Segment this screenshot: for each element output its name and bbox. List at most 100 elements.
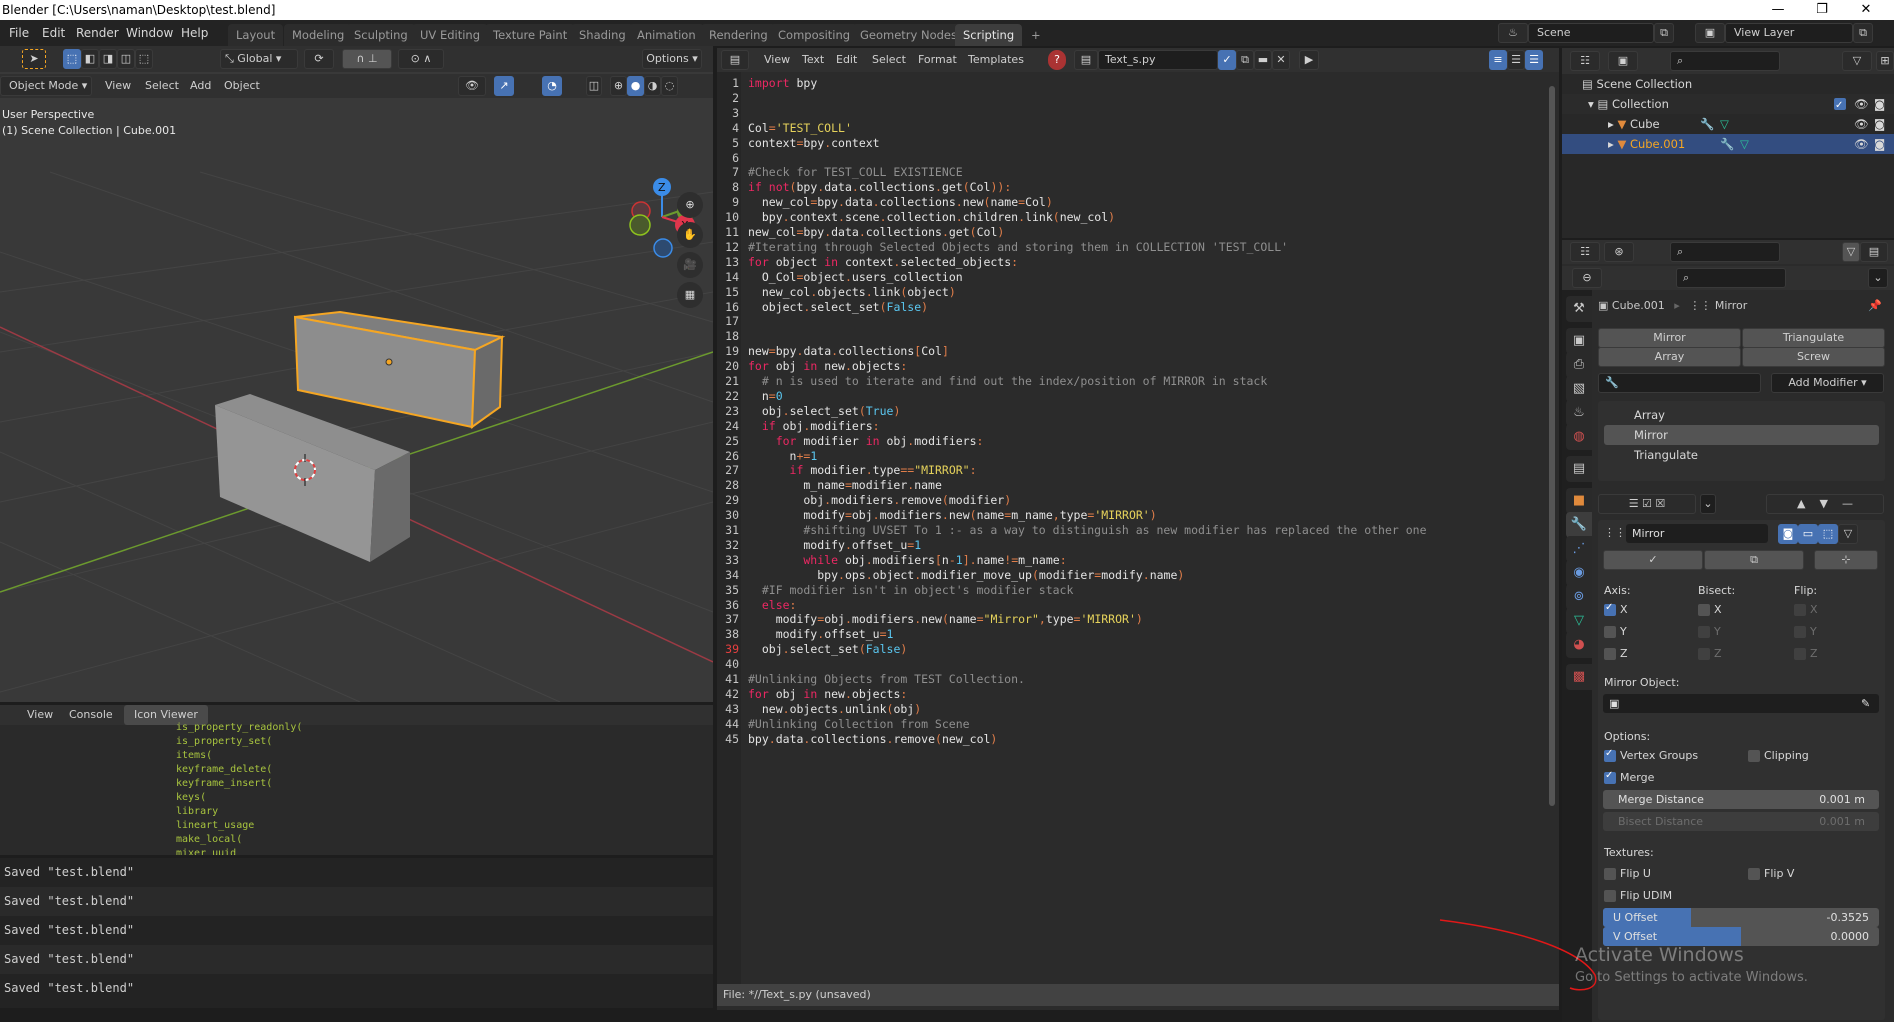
add-modifier-dropdown[interactable]: Add Modifier ▾ [1771, 373, 1884, 393]
visibility-dropdown[interactable]: 👁 [458, 76, 486, 96]
select-tool-button[interactable]: ➤ [22, 49, 46, 69]
info-log[interactable]: Saved "test.blend" Saved "test.blend" Sa… [0, 858, 713, 1008]
tab-object[interactable]: ■ [1566, 488, 1592, 514]
properties-filter-search[interactable]: ⌕ [1670, 242, 1780, 262]
tab-geometry-nodes[interactable]: Geometry Nodes [852, 24, 966, 46]
collection-dropdown[interactable]: ▤ [1860, 242, 1888, 262]
shading-rendered[interactable]: ◌ [661, 76, 678, 96]
help-button[interactable]: ? [1048, 50, 1066, 70]
transform-orientation-dropdown[interactable]: ⤡ Global ▾ [220, 49, 298, 69]
tab-view-layer[interactable]: ▧ [1566, 376, 1592, 402]
bisect-distance-field[interactable]: Bisect Distance 0.001 m [1603, 812, 1879, 831]
pivot-point-dropdown[interactable]: ⟳ [304, 49, 334, 69]
tab-compositing[interactable]: Compositing [770, 24, 859, 46]
flip-z-checkbox[interactable] [1794, 648, 1806, 660]
viewport-menu-add[interactable]: Add [185, 76, 216, 96]
merge-distance-field[interactable]: Merge Distance 0.001 m [1603, 790, 1879, 809]
eye-icon[interactable]: 👁 [1854, 114, 1869, 134]
clipping-checkbox[interactable] [1748, 750, 1760, 762]
outliner-row-scene-collection[interactable]: ▤ Scene Collection [1562, 74, 1894, 94]
display-mode-dropdown[interactable]: ▣ [1608, 51, 1638, 71]
tab-modifiers[interactable]: 🔧 [1566, 512, 1592, 538]
proportional-edit-toggle[interactable]: ⊙ ∧ [398, 49, 444, 69]
text-menu-select[interactable]: Select [867, 50, 911, 70]
shading-wireframe[interactable]: ⊕ [610, 76, 627, 96]
camera-view-button[interactable]: 🎥 [677, 252, 703, 278]
pan-button[interactable]: ✋ [677, 222, 703, 248]
editmode-toggle[interactable]: ⬚ [1818, 524, 1838, 544]
tab-constraints[interactable]: ⊚ [1566, 584, 1592, 610]
close-button[interactable]: ✕ [1844, 0, 1888, 20]
modifier-stack-list[interactable]: Array Mirror Triangulate [1598, 401, 1885, 481]
text-menu-format[interactable]: Format [913, 50, 962, 70]
mirror-object-field[interactable]: ▣ ✎ [1603, 694, 1879, 713]
tab-animation[interactable]: Animation [629, 24, 704, 46]
zoom-button[interactable]: ⊕ [677, 192, 703, 218]
modifier-search-field[interactable]: 🔧 [1598, 373, 1761, 393]
flip-v-checkbox[interactable] [1748, 868, 1760, 880]
tab-shading[interactable]: Shading [571, 24, 634, 46]
exclude-checkbox[interactable] [1834, 96, 1846, 116]
tab-layout[interactable]: Layout [228, 24, 284, 46]
merge-checkbox[interactable] [1604, 770, 1616, 784]
extra-options-button[interactable]: ⊹ [1814, 550, 1878, 570]
new-text-button[interactable]: ⧉ [1236, 50, 1254, 70]
line-numbers-toggle[interactable]: ≡ [1489, 50, 1507, 70]
stack-options-dropdown[interactable]: ⌄ [1700, 494, 1716, 514]
viewport-menu-select[interactable]: Select [140, 76, 184, 96]
text-editor[interactable]: ▤ View Text Edit Select Format Templates… [717, 48, 1559, 1010]
outliner-filter[interactable]: ▽ [1842, 51, 1872, 71]
tab-data[interactable]: ▽ [1566, 608, 1592, 634]
vertex-groups-checkbox[interactable] [1604, 748, 1616, 762]
flip-x-checkbox[interactable] [1794, 604, 1806, 616]
editor-type-dropdown[interactable]: ▤ [721, 50, 749, 70]
new-view-layer-button[interactable]: ⧉ [1853, 23, 1873, 43]
properties-search[interactable]: ⌕ [1676, 268, 1786, 288]
bisect-y-checkbox[interactable] [1698, 626, 1710, 638]
shading-material[interactable]: ◑ [644, 76, 661, 96]
text-browse-dropdown[interactable]: ▤ [1074, 50, 1098, 70]
text-menu-edit[interactable]: Edit [831, 50, 862, 70]
minimize-button[interactable]: — [1756, 0, 1800, 20]
axis-y-checkbox[interactable] [1604, 626, 1616, 638]
render-toggle[interactable]: ◙ [1778, 524, 1798, 544]
tab-particles[interactable]: ⋰ [1566, 536, 1592, 562]
console-menu-console[interactable]: Console [64, 705, 118, 725]
tab-scripting[interactable]: Scripting [955, 24, 1023, 46]
menu-window[interactable]: Window [126, 20, 173, 46]
outliner[interactable]: ☷ ▣ ⌕ ▽ ⊞ ▤ Scene Collection ▾ ▤ Collect… [1562, 48, 1894, 238]
select-mode-subtract[interactable]: ◨ [99, 49, 117, 69]
cube-001-object[interactable] [293, 310, 506, 429]
view-layer-dropdown[interactable]: ▣ [1695, 23, 1725, 43]
new-scene-button[interactable]: ⧉ [1654, 23, 1674, 43]
gizmo-toggle[interactable]: ↗ [494, 76, 514, 96]
eye-icon[interactable]: 👁 [1854, 134, 1869, 154]
xray-toggle[interactable]: ◫ [586, 76, 602, 96]
snap-toggle[interactable]: ∩ ⊥ [342, 49, 392, 69]
stack-item-mirror[interactable]: Mirror [1604, 425, 1879, 445]
quick-add-mirror[interactable]: Mirror [1598, 328, 1741, 348]
eye-icon[interactable]: 👁 [1854, 94, 1869, 114]
tab-collection[interactable]: ▤ [1566, 456, 1592, 482]
select-mode-intersect[interactable]: ⬚ [135, 49, 153, 69]
text-menu-templates[interactable]: Templates [963, 50, 1029, 70]
outliner-search[interactable]: ⌕ [1670, 51, 1780, 71]
console-menu-view[interactable]: View [22, 705, 58, 725]
ortho-toggle-button[interactable]: ▦ [677, 282, 703, 308]
outliner-editor-type[interactable]: ☷ [1570, 51, 1600, 71]
view-layer-selector[interactable]: View Layer [1725, 23, 1853, 43]
syntax-highlight-toggle[interactable]: ☰ [1525, 50, 1543, 70]
bisect-x-checkbox[interactable] [1698, 604, 1710, 616]
menu-help[interactable]: Help [181, 20, 208, 46]
tab-render[interactable]: ▣ [1566, 328, 1592, 354]
word-wrap-toggle[interactable]: ☰ [1507, 50, 1525, 70]
tab-texture-paint[interactable]: Texture Paint [485, 24, 576, 46]
axis-x-checkbox[interactable] [1604, 602, 1616, 616]
viewport-menu-object[interactable]: Object [219, 76, 265, 96]
display-mode-toggle[interactable]: ⊖ [1572, 268, 1602, 288]
axis-z-checkbox[interactable] [1604, 648, 1616, 660]
run-script-button[interactable]: ▶ [1299, 50, 1319, 70]
open-text-button[interactable]: ▬ [1254, 50, 1272, 70]
stack-item-triangulate[interactable]: Triangulate [1604, 445, 1879, 465]
quick-add-array[interactable]: Array [1598, 347, 1741, 367]
